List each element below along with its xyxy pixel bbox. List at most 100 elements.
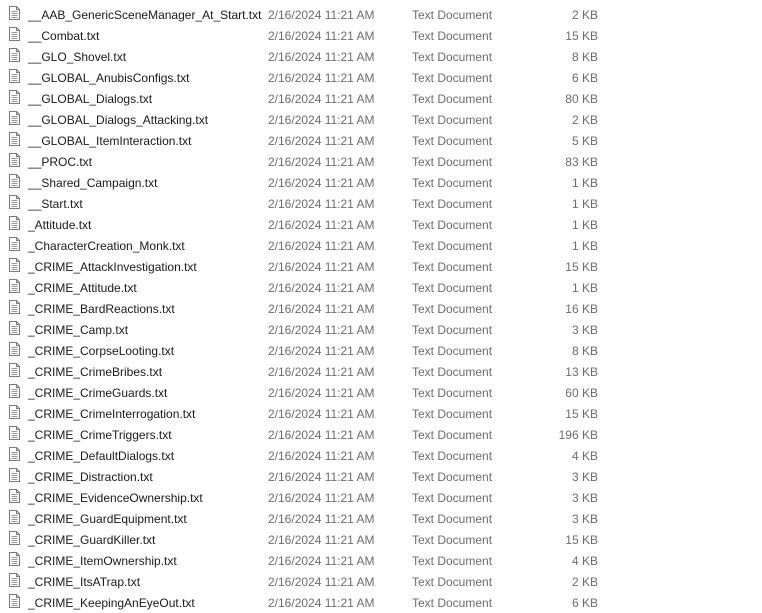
file-row[interactable]: _CRIME_EvidenceOwnership.txt 2/16/2024 1…	[0, 487, 762, 508]
file-type: Text Document	[412, 50, 493, 64]
file-name[interactable]: _CRIME_DefaultDialogs.txt	[28, 449, 174, 463]
file-name[interactable]: _CRIME_Distraction.txt	[28, 470, 153, 484]
file-row[interactable]: _CRIME_CorpseLooting.txt 2/16/2024 11:21…	[0, 340, 762, 361]
file-row[interactable]: _CRIME_ItsATrap.txt 2/16/2024 11:21 AM T…	[0, 571, 762, 592]
file-name[interactable]: __GLOBAL_Dialogs.txt	[28, 92, 152, 106]
file-name[interactable]: _CRIME_AttackInvestigation.txt	[28, 260, 197, 274]
file-date-modified: 2/16/2024 11:21 AM	[268, 8, 375, 22]
file-size: 196 KB	[558, 428, 598, 442]
file-name[interactable]: _CRIME_ItsATrap.txt	[28, 575, 140, 589]
file-type: Text Document	[412, 344, 493, 358]
file-date-modified: 2/16/2024 11:21 AM	[268, 491, 375, 505]
file-row[interactable]: _CRIME_CrimeInterrogation.txt 2/16/2024 …	[0, 403, 762, 424]
file-row[interactable]: _CRIME_KeepingAnEyeOut.txt 2/16/2024 11:…	[0, 592, 762, 613]
file-name[interactable]: __GLOBAL_Dialogs_Attacking.txt	[28, 113, 208, 127]
file-name[interactable]: __Start.txt	[28, 197, 83, 211]
file-type: Text Document	[412, 386, 493, 400]
file-size: 15 KB	[565, 29, 598, 43]
file-date-modified: 2/16/2024 11:21 AM	[268, 197, 375, 211]
file-row[interactable]: __GLOBAL_AnubisConfigs.txt 2/16/2024 11:…	[0, 67, 762, 88]
file-name[interactable]: _CRIME_CorpseLooting.txt	[28, 344, 174, 358]
file-type: Text Document	[412, 8, 493, 22]
file-type: Text Document	[412, 365, 493, 379]
file-size: 13 KB	[565, 365, 598, 379]
file-row[interactable]: _CRIME_BardReactions.txt 2/16/2024 11:21…	[0, 298, 762, 319]
file-name[interactable]: __AAB_GenericSceneManager_At_Start.txt	[28, 8, 261, 22]
file-size: 1 KB	[571, 197, 598, 211]
text-document-icon	[9, 258, 20, 272]
file-name[interactable]: _CRIME_Camp.txt	[28, 323, 128, 337]
file-name[interactable]: _CharacterCreation_Monk.txt	[28, 239, 185, 253]
text-document-icon	[9, 6, 20, 20]
file-date-modified: 2/16/2024 11:21 AM	[268, 344, 375, 358]
file-name[interactable]: _Attitude.txt	[28, 218, 91, 232]
file-row[interactable]: _CRIME_CrimeBribes.txt 2/16/2024 11:21 A…	[0, 361, 762, 382]
file-type: Text Document	[412, 491, 493, 505]
file-type: Text Document	[412, 323, 493, 337]
file-row[interactable]: _CRIME_CrimeGuards.txt 2/16/2024 11:21 A…	[0, 382, 762, 403]
file-date-modified: 2/16/2024 11:21 AM	[268, 449, 375, 463]
file-size: 1 KB	[571, 239, 598, 253]
file-name[interactable]: __GLOBAL_ItemInteraction.txt	[28, 134, 191, 148]
file-row[interactable]: __Shared_Campaign.txt 2/16/2024 11:21 AM…	[0, 172, 762, 193]
file-name[interactable]: _CRIME_BardReactions.txt	[28, 302, 175, 316]
file-name[interactable]: __Shared_Campaign.txt	[28, 176, 157, 190]
file-row[interactable]: __AAB_GenericSceneManager_At_Start.txt 2…	[0, 4, 762, 25]
file-date-modified: 2/16/2024 11:21 AM	[268, 554, 375, 568]
text-document-icon	[9, 216, 20, 230]
file-date-modified: 2/16/2024 11:21 AM	[268, 575, 375, 589]
file-type: Text Document	[412, 134, 493, 148]
file-row[interactable]: __Start.txt 2/16/2024 11:21 AM Text Docu…	[0, 193, 762, 214]
file-type: Text Document	[412, 113, 493, 127]
text-document-icon	[9, 468, 20, 482]
file-row[interactable]: _CRIME_GuardKiller.txt 2/16/2024 11:21 A…	[0, 529, 762, 550]
file-name[interactable]: _CRIME_CrimeBribes.txt	[28, 365, 162, 379]
file-name[interactable]: _CRIME_Attitude.txt	[28, 281, 137, 295]
file-row[interactable]: _CRIME_CrimeTriggers.txt 2/16/2024 11:21…	[0, 424, 762, 445]
file-row[interactable]: __PROC.txt 2/16/2024 11:21 AM Text Docum…	[0, 151, 762, 172]
file-name[interactable]: _CRIME_GuardKiller.txt	[28, 533, 155, 547]
file-row[interactable]: __GLOBAL_ItemInteraction.txt 2/16/2024 1…	[0, 130, 762, 151]
file-size: 1 KB	[571, 281, 598, 295]
file-row[interactable]: _CharacterCreation_Monk.txt 2/16/2024 11…	[0, 235, 762, 256]
file-name[interactable]: __GLO_Shovel.txt	[28, 50, 126, 64]
file-type: Text Document	[412, 596, 493, 610]
file-date-modified: 2/16/2024 11:21 AM	[268, 92, 375, 106]
file-name[interactable]: _CRIME_ItemOwnership.txt	[28, 554, 177, 568]
file-row[interactable]: _Attitude.txt 2/16/2024 11:21 AM Text Do…	[0, 214, 762, 235]
file-type: Text Document	[412, 155, 493, 169]
file-row[interactable]: _CRIME_Distraction.txt 2/16/2024 11:21 A…	[0, 466, 762, 487]
text-document-icon	[9, 279, 20, 293]
file-name[interactable]: _CRIME_CrimeTriggers.txt	[28, 428, 172, 442]
file-date-modified: 2/16/2024 11:21 AM	[268, 281, 375, 295]
file-size: 6 KB	[571, 71, 598, 85]
file-date-modified: 2/16/2024 11:21 AM	[268, 50, 375, 64]
file-row[interactable]: _CRIME_Attitude.txt 2/16/2024 11:21 AM T…	[0, 277, 762, 298]
file-size: 80 KB	[565, 92, 598, 106]
text-document-icon	[9, 69, 20, 83]
file-row[interactable]: __GLOBAL_Dialogs.txt 2/16/2024 11:21 AM …	[0, 88, 762, 109]
file-type: Text Document	[412, 260, 493, 274]
file-name[interactable]: __Combat.txt	[28, 29, 99, 43]
file-row[interactable]: _CRIME_DefaultDialogs.txt 2/16/2024 11:2…	[0, 445, 762, 466]
text-document-icon	[9, 447, 20, 461]
file-name[interactable]: _CRIME_CrimeGuards.txt	[28, 386, 167, 400]
file-size: 83 KB	[565, 155, 598, 169]
file-name[interactable]: _CRIME_CrimeInterrogation.txt	[28, 407, 195, 421]
file-date-modified: 2/16/2024 11:21 AM	[268, 596, 375, 610]
text-document-icon	[9, 531, 20, 545]
file-row[interactable]: __Combat.txt 2/16/2024 11:21 AM Text Doc…	[0, 25, 762, 46]
file-name[interactable]: __PROC.txt	[28, 155, 92, 169]
file-row[interactable]: _CRIME_ItemOwnership.txt 2/16/2024 11:21…	[0, 550, 762, 571]
file-row[interactable]: _CRIME_GuardEquipment.txt 2/16/2024 11:2…	[0, 508, 762, 529]
file-row[interactable]: __GLOBAL_Dialogs_Attacking.txt 2/16/2024…	[0, 109, 762, 130]
file-name[interactable]: __GLOBAL_AnubisConfigs.txt	[28, 71, 189, 85]
file-name[interactable]: _CRIME_EvidenceOwnership.txt	[28, 491, 203, 505]
file-name[interactable]: _CRIME_GuardEquipment.txt	[28, 512, 187, 526]
file-row[interactable]: __GLO_Shovel.txt 2/16/2024 11:21 AM Text…	[0, 46, 762, 67]
file-row[interactable]: _CRIME_Camp.txt 2/16/2024 11:21 AM Text …	[0, 319, 762, 340]
file-size: 8 KB	[571, 344, 598, 358]
file-row[interactable]: _CRIME_AttackInvestigation.txt 2/16/2024…	[0, 256, 762, 277]
file-name[interactable]: _CRIME_KeepingAnEyeOut.txt	[28, 596, 195, 610]
text-document-icon	[9, 132, 20, 146]
